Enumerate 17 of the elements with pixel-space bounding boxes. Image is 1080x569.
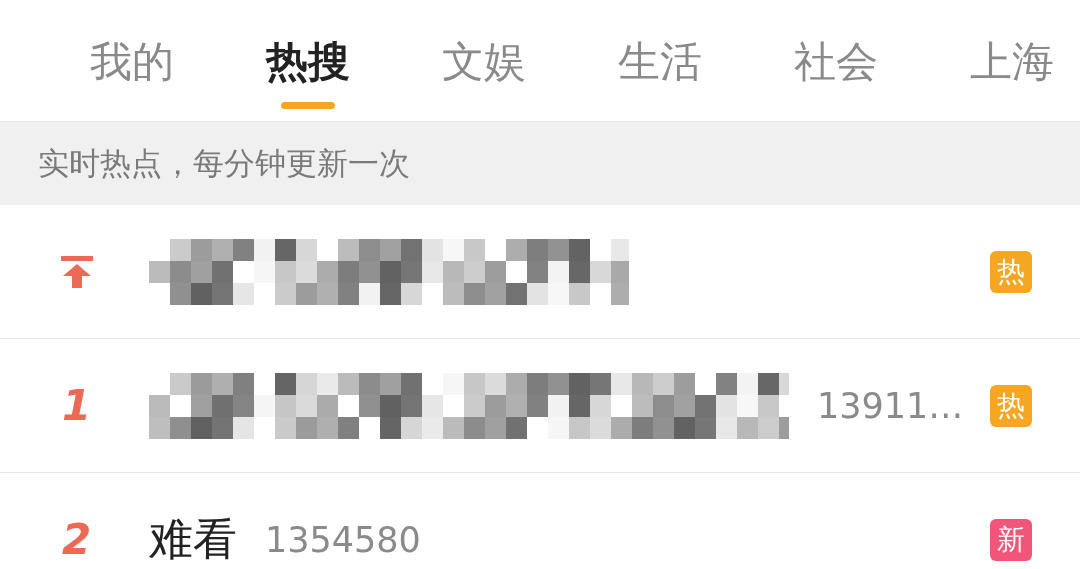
search-count: 1354580: [265, 519, 421, 560]
category-tab[interactable]: 生活: [618, 0, 702, 90]
category-tab[interactable]: 上海: [970, 0, 1054, 90]
topic-badge: 热: [990, 250, 1032, 293]
category-tab[interactable]: 热搜: [266, 0, 350, 90]
topic-title[interactable]: 难看: [149, 510, 237, 569]
topic-badge: 新: [990, 518, 1032, 561]
tab-underline: [281, 102, 335, 109]
topic-badge: 热: [990, 384, 1032, 427]
search-count: 13911…: [817, 385, 964, 426]
pin-top-icon: [58, 253, 95, 290]
category-tab[interactable]: 社会: [794, 0, 878, 90]
category-tab[interactable]: 我的: [90, 0, 174, 90]
notice-bar: 实时热点，每分钟更新一次: [0, 122, 1080, 205]
rank-number: 1: [61, 381, 92, 430]
rank-number: 2: [61, 515, 92, 564]
category-tab[interactable]: 文娱: [442, 0, 526, 90]
